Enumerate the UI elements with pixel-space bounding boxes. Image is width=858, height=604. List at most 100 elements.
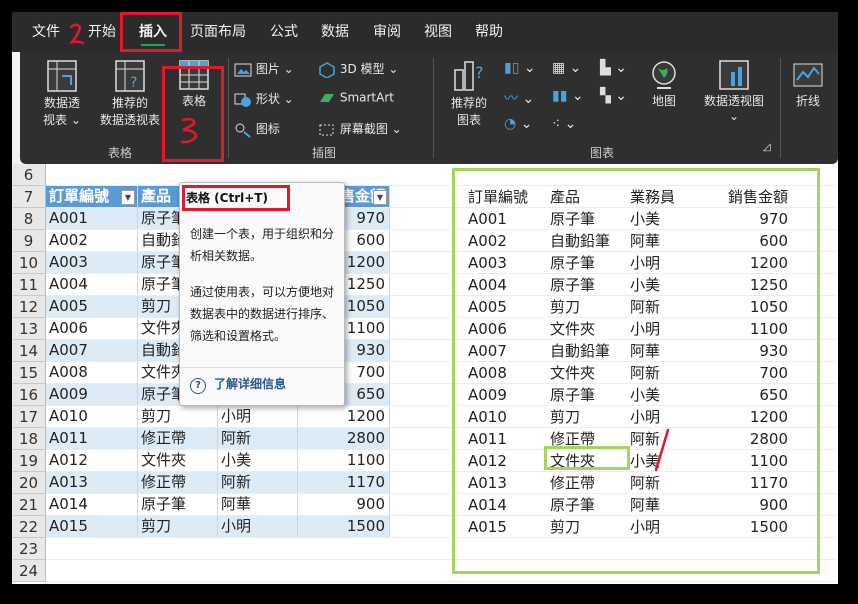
smartart-label: SmartArt — [339, 90, 394, 105]
table-cell[interactable]: 2800 — [298, 428, 390, 450]
row-header[interactable]: 16 — [12, 384, 46, 406]
tab-formulas[interactable]: 公式 — [270, 12, 298, 52]
row-header[interactable]: 19 — [12, 450, 46, 472]
table-cell[interactable]: A015 — [46, 516, 138, 538]
waterfall-chart-button[interactable]: ▙ ⌄ — [600, 60, 627, 76]
row-header[interactable]: 10 — [12, 252, 46, 274]
table-cell[interactable]: 1200 — [298, 406, 390, 428]
3d-models-button[interactable]: 3D 模型 ⌄ — [318, 60, 398, 78]
maps-button[interactable]: 地图 — [644, 58, 684, 109]
row-header[interactable]: 14 — [12, 340, 46, 362]
screenshot-button[interactable]: 屏幕截图 ⌄ — [318, 120, 402, 138]
row-header[interactable]: 15 — [12, 362, 46, 384]
recommended-pivot-icon: ? — [115, 60, 145, 92]
row-header[interactable]: 8 — [12, 208, 46, 230]
row-header[interactable]: 17 — [12, 406, 46, 428]
row-header[interactable]: 18 — [12, 428, 46, 450]
table-cell[interactable]: A011 — [46, 428, 138, 450]
table-cell[interactable]: 小美 — [218, 450, 298, 472]
icons-button[interactable]: 图标 — [234, 120, 280, 138]
table-cell[interactable]: 原子筆 — [138, 494, 218, 516]
bar-chart-button[interactable]: ▮▮ ⌄ — [552, 88, 584, 104]
table-cell[interactable]: A010 — [46, 406, 138, 428]
tab-view[interactable]: 视图 — [424, 12, 452, 52]
learn-more-link[interactable]: ? 了解详细信息 — [190, 375, 286, 394]
table-cell[interactable]: 阿新 — [218, 472, 298, 494]
worksheet-grid[interactable]: 6 7 8 9 10 11 12 13 14 15 16 17 18 19 20 21 22 23 24 訂單編號 ▼ 產… — [12, 164, 838, 584]
filter-dropdown-icon[interactable]: ▼ — [373, 190, 387, 205]
annotation-mark-2 — [68, 23, 85, 45]
tab-help[interactable]: 帮助 — [475, 12, 503, 52]
smartart-icon — [320, 94, 334, 102]
shapes-button[interactable]: 形状 ⌄ — [234, 90, 294, 108]
learn-more-label: 了解详细信息 — [214, 377, 287, 391]
tab-file[interactable]: 文件 — [32, 12, 60, 52]
table-cell[interactable]: A002 — [46, 230, 138, 252]
group-label-tables: 表格 — [108, 146, 133, 160]
tab-home[interactable]: 开始 — [88, 12, 116, 52]
table-cell[interactable]: A007 — [46, 340, 138, 362]
recommended-charts-button[interactable]: ? 推荐的 图表 — [444, 58, 494, 128]
table-header-cell[interactable]: 訂單編號 ▼ — [46, 186, 138, 208]
scatter-chart-button[interactable]: ⁖ ⌄ — [552, 116, 576, 132]
table-cell[interactable]: A006 — [46, 318, 138, 340]
table-cell[interactable]: A009 — [46, 384, 138, 406]
table-cell[interactable]: A013 — [46, 472, 138, 494]
pictures-button[interactable]: 图片 ⌄ — [234, 60, 294, 78]
row-header[interactable]: 22 — [12, 516, 46, 538]
selected-cell[interactable] — [544, 446, 630, 470]
table-cell[interactable]: 修正帶 — [138, 428, 218, 450]
table-cell[interactable]: 文件夾 — [138, 450, 218, 472]
row-header[interactable]: 24 — [12, 560, 46, 582]
table-cell[interactable]: 1170 — [298, 472, 390, 494]
pivot-chart-icon — [719, 60, 749, 90]
table-cell[interactable]: 1500 — [298, 516, 390, 538]
hierarchy-chart-button[interactable]: ▦ ⌄ — [552, 60, 581, 76]
row-header[interactable]: 7 — [12, 186, 46, 208]
row-header[interactable]: 9 — [12, 230, 46, 252]
sparkline-icon — [793, 63, 823, 87]
pie-chart-button[interactable]: ◔ ⌄ — [504, 116, 532, 132]
tab-review[interactable]: 审阅 — [373, 12, 401, 52]
table-cell[interactable]: A001 — [46, 208, 138, 230]
filter-dropdown-icon[interactable]: ▼ — [121, 190, 135, 205]
row-header[interactable]: 11 — [12, 274, 46, 296]
row-header[interactable]: 23 — [12, 538, 46, 560]
table-cell[interactable]: A003 — [46, 252, 138, 274]
table-cell[interactable]: 阿新 — [218, 428, 298, 450]
table-cell[interactable]: A004 — [46, 274, 138, 296]
charts-dialog-launcher-icon[interactable]: ◿ — [763, 142, 771, 153]
table-cell[interactable]: 1100 — [298, 450, 390, 472]
tab-data[interactable]: 数据 — [321, 12, 349, 52]
row-header[interactable]: 20 — [12, 472, 46, 494]
table-cell[interactable]: 剪刀 — [138, 516, 218, 538]
row-header[interactable]: 21 — [12, 494, 46, 516]
table-cell[interactable]: A012 — [46, 450, 138, 472]
pivot-chart-button[interactable]: 数据透视图 ⌄ — [696, 58, 772, 123]
tooltip-body: 创建一个表，用于组织和分析相关数据。 通过使用表，可以方便地对数据表中的数据进行… — [190, 223, 338, 347]
table-cell[interactable]: 剪刀 — [138, 406, 218, 428]
sparkline-line-button[interactable]: 折线 — [788, 58, 828, 109]
recommended-pivot-button[interactable]: ? 推荐的 数据透视表 — [92, 58, 168, 128]
table-cell[interactable]: A014 — [46, 494, 138, 516]
row-header[interactable]: 13 — [12, 318, 46, 340]
table-cell[interactable]: 修正帶 — [138, 472, 218, 494]
column-chart-button[interactable]: ▮▯ ⌄ — [504, 60, 536, 76]
globe-icon — [652, 61, 676, 89]
table-cell[interactable]: 阿華 — [218, 494, 298, 516]
separator — [433, 58, 434, 158]
pivot-table-button[interactable]: 数据透 视表 ⌄ — [38, 58, 86, 128]
tab-page-layout[interactable]: 页面布局 — [190, 12, 246, 52]
row-header[interactable]: 6 — [12, 164, 46, 186]
excel-window: 文件 开始 插入 页面布局 公式 数据 审阅 视图 帮助 数据透 视表 ⌄ ? … — [12, 12, 838, 584]
smartart-button[interactable]: SmartArt — [318, 90, 394, 106]
bar-chart-icon: ▮▮ — [552, 88, 568, 104]
table-cell[interactable]: A005 — [46, 296, 138, 318]
table-cell[interactable]: 小明 — [218, 516, 298, 538]
table-cell[interactable]: A008 — [46, 362, 138, 384]
table-cell[interactable]: 900 — [298, 494, 390, 516]
combo-chart-button[interactable]: ▚ ⌄ — [600, 88, 627, 104]
row-header[interactable]: 12 — [12, 296, 46, 318]
line-chart-button[interactable]: 〰 ⌄ — [504, 88, 534, 108]
table-cell[interactable]: 小明 — [218, 406, 298, 428]
